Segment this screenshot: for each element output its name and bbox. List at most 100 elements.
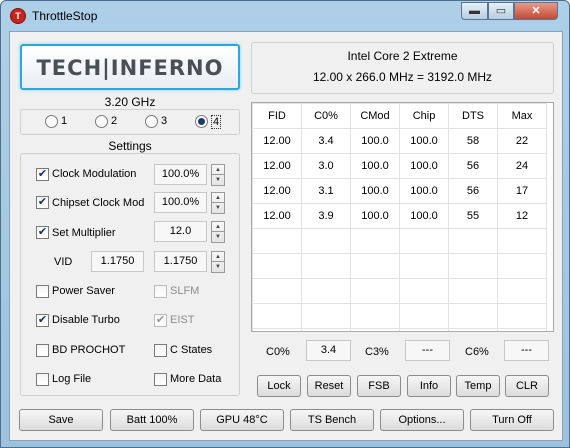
clock-modulation-checkbox[interactable]: ✔ [36,168,49,181]
table-cell: 3.9 [301,203,351,229]
speed-label: 3.20 GHz [104,95,156,109]
eist-checkbox[interactable]: ✔ [154,314,167,327]
set-multiplier-label: Set Multiplier [52,227,116,239]
close-button[interactable]: ✕ [514,2,558,20]
set-multiplier-value[interactable]: 12.0 [154,221,207,242]
power-saver-label: Power Saver [52,285,115,297]
table-cell: 3.0 [301,153,351,179]
profile-2-radio[interactable] [95,115,108,128]
vid-spinner[interactable]: ▲ ▼ [211,251,225,273]
clock-modulation-value[interactable]: 100.0% [154,164,207,185]
down-arrow-icon[interactable]: ▼ [212,232,224,242]
table-cell: 56 [448,178,498,204]
chipset-clock-mod-spinner[interactable]: ▲ ▼ [211,192,225,214]
slfm-label: SLFM [170,285,200,297]
up-arrow-icon[interactable]: ▲ [212,252,224,262]
info-button[interactable]: Info [407,375,451,397]
lock-button[interactable]: Lock [257,375,301,397]
slfm-checkbox[interactable] [154,285,167,298]
column-header: DTS [448,103,498,129]
chipset-clock-mod-checkbox[interactable]: ✔ [36,196,49,209]
bd-prochot-checkbox[interactable] [36,344,49,357]
core-grid: FID C0% CMod Chip DTS Max 12.00 3.4 100.0 1… [252,103,547,331]
down-arrow-icon[interactable]: ▼ [212,262,224,272]
chipset-clock-mod-value[interactable]: 100.0% [154,192,207,213]
table-cell: 12.00 [252,153,302,179]
table-cell: 3.1 [301,178,351,204]
column-header: C0% [301,103,351,129]
table-cell: 12.00 [252,178,302,204]
c-states-checkbox[interactable] [154,344,167,357]
down-arrow-icon[interactable]: ▼ [212,175,224,185]
table-cell: 100.0 [399,203,449,229]
table-cell: 56 [448,153,498,179]
table-cell: 55 [448,203,498,229]
reset-button[interactable]: Reset [307,375,351,397]
table-row: 12.00 3.4 100.0 100.0 58 22 [252,128,547,154]
clock-modulation-label: Clock Modulation [52,168,137,180]
c3-label: C3% [365,346,389,358]
core-data-table: FID C0% CMod Chip DTS Max 12.00 3.4 100.0 1… [251,102,554,332]
chipset-clock-mod-label: Chipset Clock Mod [52,197,145,209]
logo-text: TECH|INFERNO [36,56,224,80]
table-cell: 100.0 [350,203,400,229]
up-arrow-icon[interactable]: ▲ [212,193,224,203]
profile-1-label: 1 [61,115,68,127]
temp-button[interactable]: Temp [456,375,500,397]
fsb-button[interactable]: FSB [357,375,401,397]
table-cell: 58 [448,128,498,154]
table-row: 12.00 3.0 100.0 100.0 56 24 [252,153,547,179]
disable-turbo-checkbox[interactable]: ✔ [36,314,49,327]
more-data-checkbox[interactable] [154,373,167,386]
disable-turbo-label: Disable Turbo [52,314,120,326]
table-row-empty [252,278,547,304]
table-row-empty [252,303,547,329]
title-bar[interactable]: T ThrottleStop ▬ ▭ ✕ [1,1,569,31]
column-header: FID [252,103,302,129]
profile-group: 1 2 3 4 [20,109,240,135]
options-button[interactable]: Options... [380,409,464,431]
c6-value: --- [504,340,549,361]
minimize-button[interactable]: ▬ [461,2,488,20]
vid-value-target[interactable]: 1.1750 [154,251,207,272]
techinferno-logo: TECH|INFERNO [20,44,240,90]
table-row-empty [252,228,547,254]
cpu-name: Intel Core 2 Extreme [347,49,458,63]
clock-modulation-spinner[interactable]: ▲ ▼ [211,164,225,186]
profile-3-radio[interactable] [145,115,158,128]
table-row: 12.00 3.9 100.0 100.0 55 12 [252,203,547,229]
table-row-empty [252,328,547,331]
table-cell: 24 [497,153,547,179]
gpu-temp-button[interactable]: GPU 48°C [200,409,284,431]
more-data-label: More Data [170,373,222,385]
cpu-frequency: 12.00 x 266.0 MHz = 3192.0 MHz [312,70,493,84]
settings-title: Settings [108,139,152,153]
window-title: ThrottleStop [32,9,98,23]
save-button[interactable]: Save [19,409,103,431]
table-cell: 22 [497,128,547,154]
power-saver-checkbox[interactable] [36,285,49,298]
clr-button[interactable]: CLR [505,375,549,397]
up-arrow-icon[interactable]: ▲ [212,165,224,175]
log-file-checkbox[interactable] [36,373,49,386]
up-arrow-icon[interactable]: ▲ [212,222,224,232]
table-cell: 100.0 [399,178,449,204]
set-multiplier-checkbox[interactable]: ✔ [36,226,49,239]
column-header: Max [497,103,547,129]
maximize-button[interactable]: ▭ [488,2,514,20]
eist-label: EIST [170,314,195,326]
ts-bench-button[interactable]: TS Bench [290,409,374,431]
battery-button[interactable]: Batt 100% [110,409,194,431]
profile-4-radio[interactable] [195,115,208,128]
turn-off-button[interactable]: Turn Off [470,409,554,431]
down-arrow-icon[interactable]: ▼ [212,203,224,213]
table-cell: 3.4 [301,128,351,154]
table-cell: 100.0 [399,153,449,179]
table-cell: 17 [497,178,547,204]
profile-1-radio[interactable] [45,115,58,128]
table-cell: 12 [497,203,547,229]
set-multiplier-spinner[interactable]: ▲ ▼ [211,221,225,243]
table-cell: 100.0 [350,178,400,204]
table-cell: 100.0 [350,153,400,179]
throttlestop-window: T ThrottleStop ▬ ▭ ✕ TECH|INFERNO Intel … [0,0,570,448]
